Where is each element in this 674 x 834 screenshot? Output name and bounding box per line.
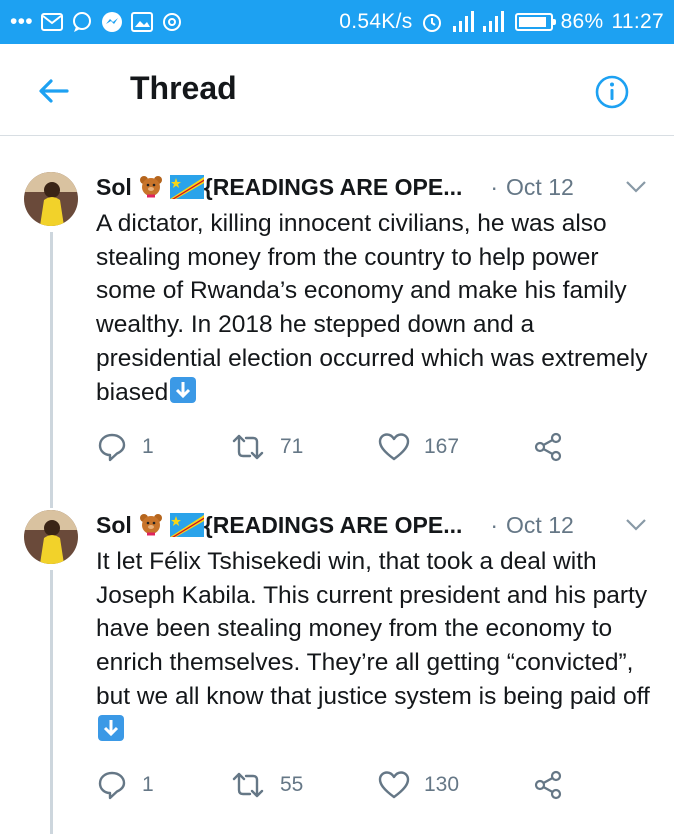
network-speed: 0.54K/s <box>339 10 413 33</box>
tweet-text: A dictator, killing innocent civilians, … <box>96 207 656 409</box>
info-button[interactable] <box>594 74 630 110</box>
down-arrow-emoji-icon <box>98 714 124 741</box>
avatar[interactable] <box>24 172 78 226</box>
separator-dot: · <box>490 173 499 200</box>
gmail-icon <box>40 13 63 31</box>
thread-connector <box>50 570 53 834</box>
share-icon <box>534 432 562 462</box>
tweet-menu-button[interactable] <box>624 514 648 534</box>
tweet-text: It let Félix Tshisekedi win, that took a… <box>96 545 656 747</box>
clock: 11:27 <box>611 10 664 33</box>
reply-count: 1 <box>142 435 154 458</box>
tweet-date[interactable]: Oct 12 <box>506 174 574 201</box>
tweet-header: Sol {READINGS ARE OPE... · Oct 12 <box>96 510 656 540</box>
retweet-count: 55 <box>280 773 304 796</box>
thread-connector <box>50 482 53 508</box>
tweet-header: Sol {READINGS ARE OPE... · Oct 12 <box>96 172 656 202</box>
page-title: Thread <box>130 70 237 106</box>
retweet-button[interactable]: 71 <box>230 430 303 464</box>
retweet-button[interactable]: 55 <box>230 768 303 802</box>
chevron-down-icon <box>626 181 646 193</box>
info-icon <box>595 75 629 109</box>
retweet-count: 71 <box>280 435 304 458</box>
like-count: 130 <box>424 773 460 796</box>
thread-connector <box>50 232 53 504</box>
like-button[interactable]: 167 <box>378 430 459 464</box>
battery-icon <box>514 13 556 31</box>
flag-icon <box>169 513 204 537</box>
tweet-menu-button[interactable] <box>624 176 648 196</box>
reply-icon <box>98 433 126 462</box>
reply-icon <box>98 771 126 800</box>
author-name[interactable]: Sol <box>96 174 132 201</box>
heart-icon <box>378 433 410 461</box>
status-bar: ••• 0.54K/s 86% 11:27 <box>0 0 674 44</box>
chevron-down-icon <box>626 519 646 531</box>
like-button[interactable]: 130 <box>378 768 459 802</box>
battery-level: 86% <box>560 10 604 33</box>
separator-dot: · <box>490 511 499 538</box>
tweet-date[interactable]: Oct 12 <box>506 512 574 539</box>
messenger-icon <box>101 11 123 33</box>
tweet-actions: 1 71 167 <box>96 430 596 464</box>
reply-button[interactable]: 1 <box>96 430 154 464</box>
tweet-body: It let Félix Tshisekedi win, that took a… <box>96 548 650 710</box>
retweet-icon <box>232 434 264 460</box>
signal-icon <box>451 10 507 34</box>
more-notifications-icon: ••• <box>10 10 33 33</box>
author-handle-text: {READINGS ARE OPE... <box>203 173 463 200</box>
settings-icon <box>161 11 183 33</box>
bear-emoji-icon <box>138 512 164 538</box>
reply-count: 1 <box>142 773 154 796</box>
heart-icon <box>378 771 410 799</box>
retweet-icon <box>232 772 264 798</box>
arrow-left-icon <box>39 79 69 103</box>
like-count: 167 <box>424 435 460 458</box>
author-handle-text: {READINGS ARE OPE... <box>203 511 463 538</box>
flag-icon <box>169 175 204 199</box>
tweet-actions: 1 55 130 <box>96 768 596 802</box>
share-button[interactable] <box>532 768 564 802</box>
bear-emoji-icon <box>138 174 164 200</box>
thread-header: Thread <box>0 44 674 136</box>
tweet[interactable]: Sol {READINGS ARE OPE... · Oct 12 A dict… <box>0 172 674 504</box>
gallery-icon <box>130 12 153 32</box>
share-icon <box>534 770 562 800</box>
chat-bubble-icon <box>71 11 93 33</box>
author-name[interactable]: Sol <box>96 512 132 539</box>
down-arrow-emoji-icon <box>170 376 197 403</box>
alarm-icon <box>421 11 443 33</box>
back-button[interactable] <box>34 76 74 106</box>
tweet[interactable]: Sol {READINGS ARE OPE... · Oct 12 It let… <box>0 482 674 834</box>
share-button[interactable] <box>532 430 564 464</box>
reply-button[interactable]: 1 <box>96 768 154 802</box>
avatar[interactable] <box>24 510 78 564</box>
